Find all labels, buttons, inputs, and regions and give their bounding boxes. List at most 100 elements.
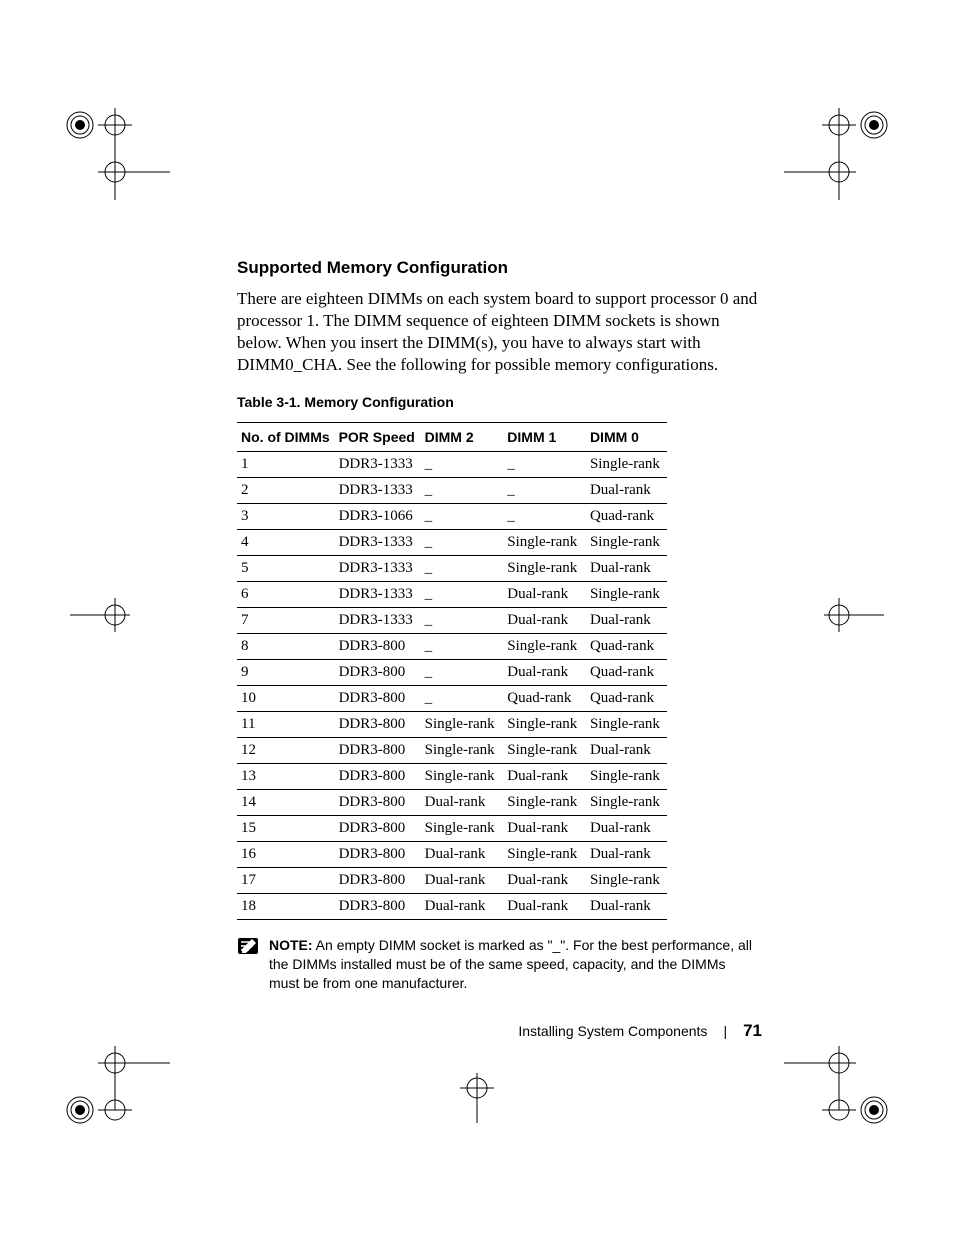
table-row: 1DDR3-1333__Single-rank (237, 452, 667, 478)
table-cell: Single-rank (503, 712, 586, 738)
print-registration-mark (784, 1035, 894, 1155)
intro-paragraph: There are eighteen DIMMs on each system … (237, 288, 767, 376)
table-cell: DDR3-800 (335, 686, 421, 712)
table-cell: _ (421, 504, 504, 530)
table-cell: _ (421, 530, 504, 556)
table-cell: 4 (237, 530, 335, 556)
table-row: 6DDR3-1333_Dual-rankSingle-rank (237, 582, 667, 608)
table-cell: 14 (237, 790, 335, 816)
table-cell: Single-rank (586, 764, 667, 790)
print-registration-mark (70, 595, 130, 635)
section-heading: Supported Memory Configuration (237, 258, 767, 278)
table-cell: DDR3-1333 (335, 530, 421, 556)
table-cell: 8 (237, 634, 335, 660)
table-cell: DDR3-1333 (335, 452, 421, 478)
table-cell: Dual-rank (503, 868, 586, 894)
table-cell: Dual-rank (586, 478, 667, 504)
table-cell: DDR3-800 (335, 660, 421, 686)
table-cell: 2 (237, 478, 335, 504)
table-cell: Single-rank (421, 764, 504, 790)
table-cell: DDR3-1333 (335, 478, 421, 504)
table-cell: 15 (237, 816, 335, 842)
print-registration-mark (60, 1035, 170, 1155)
table-cell: Dual-rank (586, 608, 667, 634)
table-cell: 13 (237, 764, 335, 790)
table-cell: DDR3-1333 (335, 582, 421, 608)
table-cell: _ (503, 452, 586, 478)
table-cell: Single-rank (421, 712, 504, 738)
table-cell: DDR3-800 (335, 868, 421, 894)
table-row: 7DDR3-1333_Dual-rankDual-rank (237, 608, 667, 634)
table-cell: 6 (237, 582, 335, 608)
table-row: 3DDR3-1066__Quad-rank (237, 504, 667, 530)
note-label: NOTE: (269, 937, 313, 953)
table-cell: DDR3-1333 (335, 608, 421, 634)
table-cell: _ (421, 452, 504, 478)
table-row: 9DDR3-800_Dual-rankQuad-rank (237, 660, 667, 686)
table-cell: Single-rank (421, 738, 504, 764)
table-cell: Single-rank (503, 790, 586, 816)
table-cell: DDR3-800 (335, 738, 421, 764)
table-cell: Quad-rank (586, 634, 667, 660)
note-body: An empty DIMM socket is marked as "_". F… (269, 937, 752, 991)
col-header: No. of DIMMs (237, 423, 335, 452)
table-cell: 1 (237, 452, 335, 478)
print-registration-mark (824, 595, 884, 635)
table-row: 15DDR3-800Single-rankDual-rankDual-rank (237, 816, 667, 842)
table-cell: Single-rank (586, 790, 667, 816)
table-cell: DDR3-800 (335, 712, 421, 738)
table-cell: Dual-rank (421, 868, 504, 894)
table-cell: _ (421, 478, 504, 504)
table-cell: Single-rank (586, 868, 667, 894)
table-cell: 16 (237, 842, 335, 868)
print-registration-mark (784, 80, 894, 200)
print-registration-mark (452, 1073, 502, 1123)
footer-section-title: Installing System Components (518, 1023, 707, 1039)
table-cell: _ (503, 504, 586, 530)
table-cell: 12 (237, 738, 335, 764)
table-row: 12DDR3-800Single-rankSingle-rankDual-ran… (237, 738, 667, 764)
table-cell: Single-rank (421, 816, 504, 842)
table-row: 5DDR3-1333_Single-rankDual-rank (237, 556, 667, 582)
table-cell: Dual-rank (586, 556, 667, 582)
table-row: 11DDR3-800Single-rankSingle-rankSingle-r… (237, 712, 667, 738)
table-cell: Single-rank (503, 634, 586, 660)
page-number: 71 (743, 1021, 762, 1041)
note-text: NOTE: An empty DIMM socket is marked as … (269, 936, 757, 993)
table-cell: Dual-rank (503, 608, 586, 634)
table-cell: 7 (237, 608, 335, 634)
table-cell: Quad-rank (586, 686, 667, 712)
table-cell: Single-rank (503, 530, 586, 556)
table-cell: 3 (237, 504, 335, 530)
table-cell: Single-rank (586, 452, 667, 478)
print-registration-mark (60, 80, 170, 200)
table-cell: Single-rank (586, 530, 667, 556)
table-cell: Quad-rank (503, 686, 586, 712)
table-caption: Table 3-1. Memory Configuration (237, 394, 767, 410)
table-cell: Single-rank (503, 738, 586, 764)
table-cell: 9 (237, 660, 335, 686)
memory-configuration-table: No. of DIMMs POR Speed DIMM 2 DIMM 1 DIM… (237, 422, 667, 920)
table-row: 17DDR3-800Dual-rankDual-rankSingle-rank (237, 868, 667, 894)
table-cell: _ (421, 582, 504, 608)
table-cell: Single-rank (503, 842, 586, 868)
table-cell: DDR3-800 (335, 842, 421, 868)
table-cell: Dual-rank (503, 764, 586, 790)
page-footer: Installing System Components | 71 (0, 1021, 954, 1041)
table-cell: Dual-rank (503, 894, 586, 920)
table-cell: _ (503, 478, 586, 504)
table-cell: DDR3-800 (335, 634, 421, 660)
table-cell: 17 (237, 868, 335, 894)
table-cell: 10 (237, 686, 335, 712)
col-header: DIMM 1 (503, 423, 586, 452)
table-cell: _ (421, 556, 504, 582)
table-cell: Dual-rank (586, 842, 667, 868)
table-cell: Dual-rank (421, 790, 504, 816)
table-cell: Single-rank (586, 582, 667, 608)
table-cell: Dual-rank (586, 816, 667, 842)
table-cell: DDR3-800 (335, 816, 421, 842)
col-header: DIMM 0 (586, 423, 667, 452)
table-cell: Dual-rank (503, 582, 586, 608)
table-row: 14DDR3-800Dual-rankSingle-rankSingle-ran… (237, 790, 667, 816)
footer-separator: | (723, 1023, 727, 1039)
